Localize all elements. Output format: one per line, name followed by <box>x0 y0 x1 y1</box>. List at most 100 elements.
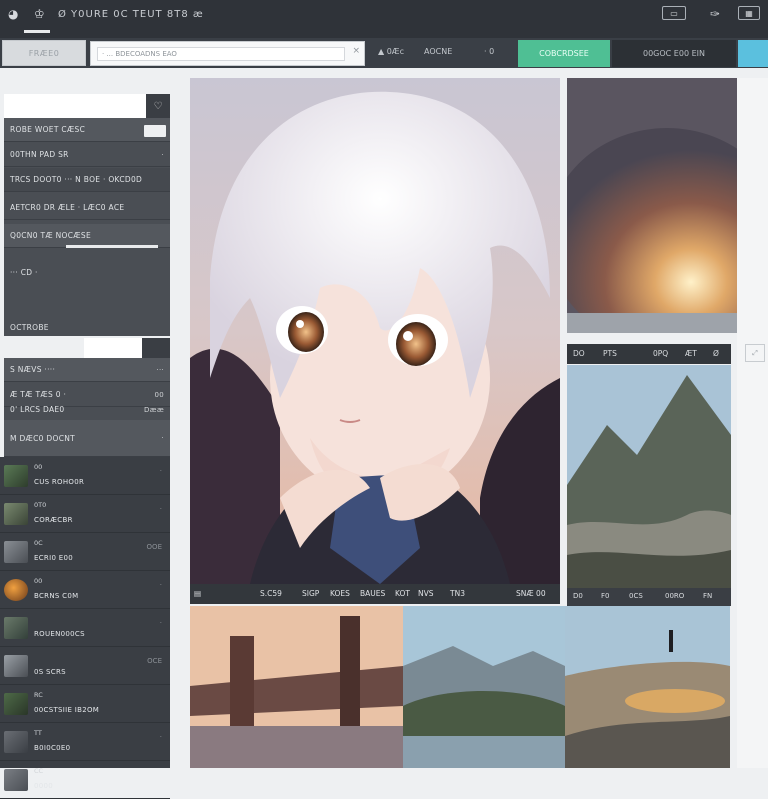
circle-icon[interactable]: ◕ <box>8 7 18 21</box>
item-number: RC <box>34 691 43 699</box>
item-number: 0T0 <box>34 501 47 509</box>
item-number: 00 <box>34 577 43 585</box>
main-image[interactable] <box>190 78 560 584</box>
nav-item-2[interactable]: AOCNE <box>424 47 452 56</box>
caption-text: S.C59 <box>260 589 282 598</box>
caption-text: BAUES <box>360 589 386 598</box>
caption-text: KOT <box>395 589 410 598</box>
list-item[interactable]: 0C ECRI0 E00 OOE <box>0 533 170 571</box>
list-item[interactable]: CC 0000 <box>0 761 170 799</box>
caption-text: NVS <box>418 589 434 598</box>
close-icon[interactable]: × <box>352 46 360 56</box>
category-label: S NÆVS ···· <box>10 365 56 374</box>
filter-label: TRCS DOOT0 ··· N BOE · OKCD0D <box>10 175 143 184</box>
filter-label: ROBE WOET CÆSC <box>10 125 86 134</box>
sidebar-header-input[interactable] <box>4 94 146 118</box>
category-row[interactable]: S NÆVS ···· ··· <box>4 358 170 382</box>
item-number: 0C <box>34 539 43 547</box>
filter-row[interactable]: OCTROBE <box>4 318 170 336</box>
item-mark: · <box>159 467 162 475</box>
nav-item-1[interactable]: ▲ 0Æc <box>378 47 404 56</box>
gallery-image[interactable] <box>565 606 730 768</box>
thumbnail <box>4 465 28 487</box>
info-text: PTS <box>603 349 617 358</box>
title-bar: ◕ ♔ Ø Y0URE 0C TEUT 8T8 æ ▭ ✑ ▦ <box>0 0 768 38</box>
item-number: CC <box>34 767 44 775</box>
category-row[interactable]: 0' LRCS DAE0 Dææ <box>4 398 170 422</box>
item-name: CORÆCBR <box>34 516 73 524</box>
info-text: Ø <box>713 349 719 358</box>
item-name: B0I0C0E0 <box>34 744 71 752</box>
filter-row[interactable]: ··· CD · <box>4 258 170 286</box>
search-field[interactable]: · ... BDECOADNS EAO × <box>90 41 365 66</box>
thumbnail <box>4 617 28 639</box>
secondary-button[interactable]: 00GOC E00 EIN <box>612 40 736 67</box>
accent-button[interactable] <box>738 40 768 67</box>
item-number: TT <box>34 729 42 737</box>
info-text: DO <box>573 349 585 358</box>
asset-list: 00 CUS ROHO0R · 0T0 CORÆCBR · 0C ECRI0 E00 OOE… <box>0 457 170 799</box>
display-icon[interactable]: ▭ <box>662 6 686 20</box>
info-text: 00RO <box>665 592 685 600</box>
gallery-image[interactable] <box>567 365 731 588</box>
filter-row[interactable]: 00THN PAD SR · <box>4 143 170 167</box>
item-mark: · <box>159 733 162 741</box>
caption-text: SNÆ 00 <box>516 589 546 598</box>
image-info-bar: D0 F0 0CS 00RO FN <box>567 588 731 606</box>
filter-chevron-icon[interactable]: · <box>161 151 164 159</box>
image-caption-bar: ▤ S.C59 SIGP KOES BAUES KOT NVS TN3 SNÆ … <box>190 584 560 604</box>
tab-home[interactable]: FRÆE0 <box>2 40 86 66</box>
category-label: 0' LRCS DAE0 <box>10 405 65 414</box>
right-gutter: ⤢ <box>737 78 768 768</box>
window-icon[interactable]: ▦ <box>738 6 760 20</box>
list-item[interactable]: 00 BCRNS C0M · <box>0 571 170 609</box>
filter-label: OCTROBE <box>10 322 49 332</box>
list-item[interactable]: 00 CUS ROHO0R · <box>0 457 170 495</box>
brush-icon[interactable]: ✑ <box>710 7 720 21</box>
image-info-bar: DO PTS 0PQ ÆT Ø <box>567 344 731 364</box>
sidebar-gap <box>84 338 142 358</box>
slider-track[interactable] <box>66 245 158 248</box>
list-item[interactable]: 0T0 CORÆCBR · <box>0 495 170 533</box>
nav-item-3[interactable]: · 0 <box>484 47 494 56</box>
item-mark: · <box>159 505 162 513</box>
item-name: 0S SCRS <box>34 668 66 676</box>
gallery-image[interactable] <box>190 606 403 768</box>
info-text: ÆT <box>685 349 697 358</box>
info-text: 0PQ <box>653 349 669 358</box>
mountain-illustration <box>567 365 731 588</box>
person-icon[interactable]: ♔ <box>34 7 45 21</box>
item-mark: OOE <box>146 543 162 551</box>
category-row[interactable]: M DÆC0 DOCNT · <box>4 420 170 457</box>
active-underline <box>24 30 50 33</box>
sidebar-toggle[interactable] <box>142 338 170 358</box>
item-mark: OCE <box>147 657 162 665</box>
category-label: M DÆC0 DOCNT <box>10 433 76 443</box>
item-mark: · <box>159 581 162 589</box>
gallery-image[interactable] <box>403 606 565 768</box>
item-name: ECRI0 E00 <box>34 554 73 562</box>
gallery-image[interactable] <box>567 78 737 333</box>
thumbnail <box>4 541 28 563</box>
item-name: BCRNS C0M <box>34 592 79 600</box>
caption-text: SIGP <box>302 589 320 598</box>
list-item[interactable]: TT B0I0C0E0 · <box>0 723 170 761</box>
list-item[interactable]: 0S SCRS OCE <box>0 647 170 685</box>
primary-button[interactable]: COBCRDSEE <box>518 40 610 67</box>
info-text: 0CS <box>629 592 643 600</box>
item-name: ROUEN000CS <box>34 630 85 638</box>
back-icon[interactable]: ▤ <box>194 589 201 598</box>
search-input[interactable]: · ... BDECOADNS EAO <box>97 47 345 61</box>
item-name: CUS ROHO0R <box>34 478 85 486</box>
filter-row[interactable]: TRCS DOOT0 ··· N BOE · OKCD0D <box>4 168 170 192</box>
nebula-illustration <box>567 78 737 333</box>
filter-label: AETCR0 DR ÆLE · LÆC0 ACE <box>10 203 125 212</box>
heart-icon[interactable]: ♡ <box>146 94 170 118</box>
filter-toggle[interactable] <box>144 125 166 137</box>
filter-row[interactable]: AETCR0 DR ÆLE · LÆC0 ACE <box>4 196 170 220</box>
item-name: 0000 <box>34 782 54 790</box>
expand-icon[interactable]: ⤢ <box>745 344 765 362</box>
list-item[interactable]: RC 00CSTSIIE IB2OM <box>0 685 170 723</box>
info-text: FN <box>703 592 713 600</box>
list-item[interactable]: ROUEN000CS · <box>0 609 170 647</box>
